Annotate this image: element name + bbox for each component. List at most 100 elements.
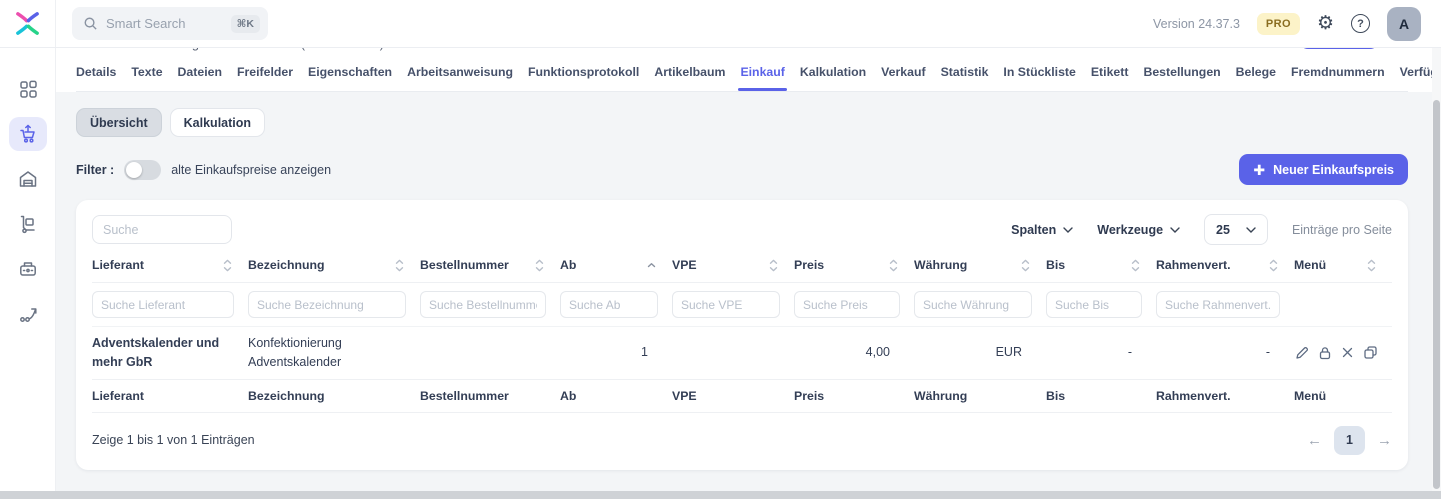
app-logo[interactable] bbox=[0, 0, 56, 47]
tools-dropdown[interactable]: Werkzeuge bbox=[1097, 223, 1180, 237]
tab-funktionsprotokoll[interactable]: Funktionsprotokoll bbox=[528, 65, 639, 79]
column-header-ab[interactable]: Ab bbox=[560, 258, 672, 272]
columns-dropdown-label: Spalten bbox=[1011, 223, 1056, 237]
tab-in-stueckliste[interactable]: In Stückliste bbox=[1003, 65, 1075, 79]
tab-kalkulation[interactable]: Kalkulation bbox=[800, 65, 866, 79]
table-search-input[interactable] bbox=[92, 215, 232, 244]
column-header-bis[interactable]: Bis bbox=[1046, 258, 1156, 272]
column-header-lieferant[interactable]: Lieferant bbox=[92, 258, 248, 272]
sidebar-item-apps-grid-icon[interactable] bbox=[9, 72, 47, 106]
search-icon bbox=[83, 16, 98, 31]
old-prices-toggle[interactable] bbox=[124, 160, 161, 180]
edit-pencil-icon[interactable] bbox=[1294, 345, 1310, 361]
sidebar-item-hand-truck-icon[interactable] bbox=[9, 207, 47, 241]
footer-column-waehrung: Währung bbox=[914, 389, 1046, 403]
vertical-scrollbar-thumb[interactable] bbox=[1433, 100, 1440, 489]
new-purchase-price-button[interactable]: ✚ Neuer Einkaufspreis bbox=[1239, 154, 1408, 185]
column-header-bestellnummer[interactable]: Bestellnummer bbox=[420, 258, 560, 272]
chevron-down-icon bbox=[1170, 227, 1180, 233]
subtab-kalkulation[interactable]: Kalkulation bbox=[170, 108, 265, 137]
page-size-select[interactable]: 25 bbox=[1204, 214, 1268, 245]
sort-icon[interactable] bbox=[535, 259, 544, 272]
column-header-vpe[interactable]: VPE bbox=[672, 258, 794, 272]
sort-icon[interactable] bbox=[395, 259, 404, 272]
filter-waehrung-input[interactable] bbox=[914, 291, 1032, 318]
tab-dateien[interactable]: Dateien bbox=[178, 65, 222, 79]
pagination: ← 1 → bbox=[1307, 426, 1392, 455]
sort-icon[interactable] bbox=[1131, 259, 1140, 272]
lock-icon[interactable] bbox=[1317, 345, 1333, 361]
tab-freifelder[interactable]: Freifelder bbox=[237, 65, 293, 79]
sort-icon[interactable] bbox=[769, 259, 778, 272]
cell-rahmenvert: - bbox=[1156, 343, 1294, 362]
column-header-menue[interactable]: Menü bbox=[1294, 258, 1392, 272]
footer-column-vpe: VPE bbox=[672, 389, 794, 403]
tab-eigenschaften[interactable]: Eigenschaften bbox=[308, 65, 392, 79]
column-label: Rahmenvert. bbox=[1156, 258, 1231, 272]
tab-artikelbaum[interactable]: Artikelbaum bbox=[654, 65, 725, 79]
table-header-row: Lieferant Bezeichnung Bestellnummer Ab V… bbox=[92, 245, 1392, 283]
subtab-uebersicht[interactable]: Übersicht bbox=[76, 108, 162, 137]
column-label: Menü bbox=[1294, 258, 1326, 272]
sort-icon[interactable] bbox=[1367, 259, 1376, 272]
tab-etikett[interactable]: Etikett bbox=[1091, 65, 1129, 79]
column-header-rahmenvert[interactable]: Rahmenvert. bbox=[1156, 258, 1294, 272]
copy-icon[interactable] bbox=[1362, 344, 1379, 361]
tab-bar: Details Texte Dateien Freifelder Eigensc… bbox=[76, 64, 1408, 92]
sidebar-item-cash-register-icon[interactable] bbox=[9, 252, 47, 286]
toggle-label: alte Einkaufspreise anzeigen bbox=[171, 163, 331, 177]
sort-icon[interactable] bbox=[223, 259, 232, 272]
cell-ab: 1 bbox=[560, 343, 672, 362]
page-size-label: Einträge pro Seite bbox=[1292, 223, 1392, 237]
column-label: VPE bbox=[672, 258, 697, 272]
tab-bestellungen[interactable]: Bestellungen bbox=[1143, 65, 1220, 79]
tab-fremdnummern[interactable]: Fremdnummern bbox=[1291, 65, 1385, 79]
tab-statistik[interactable]: Statistik bbox=[941, 65, 989, 79]
column-label: Ab bbox=[560, 258, 576, 272]
delete-x-icon[interactable] bbox=[1340, 345, 1355, 360]
plan-badge: PRO bbox=[1257, 13, 1300, 35]
tab-texte[interactable]: Texte bbox=[131, 65, 162, 79]
filter-bezeichnung-input[interactable] bbox=[248, 291, 406, 318]
tab-details[interactable]: Details bbox=[76, 65, 116, 79]
settings-gear-icon[interactable]: ⚙ bbox=[1317, 14, 1334, 33]
footer-column-bis: Bis bbox=[1046, 389, 1156, 403]
filter-bis-input[interactable] bbox=[1046, 291, 1142, 318]
pagination-page-1[interactable]: 1 bbox=[1334, 426, 1365, 455]
smart-search-input[interactable] bbox=[106, 16, 223, 31]
cell-bis: - bbox=[1046, 343, 1156, 362]
column-header-bezeichnung[interactable]: Bezeichnung bbox=[248, 258, 420, 272]
tab-belege[interactable]: Belege bbox=[1236, 65, 1276, 79]
sidebar-item-warehouse-icon[interactable] bbox=[9, 162, 47, 196]
column-header-waehrung[interactable]: Währung bbox=[914, 258, 1046, 272]
avatar[interactable]: A bbox=[1387, 7, 1421, 41]
pagination-next-arrow-icon[interactable]: → bbox=[1377, 433, 1392, 448]
sidebar-item-trend-chart-icon[interactable] bbox=[9, 297, 47, 331]
sidebar-item-purchasing-cart-icon[interactable] bbox=[9, 117, 47, 151]
sort-icon[interactable] bbox=[889, 259, 898, 272]
filter-lieferant-input[interactable] bbox=[92, 291, 234, 318]
tab-arbeitsanweisung[interactable]: Arbeitsanweisung bbox=[407, 65, 513, 79]
footer-column-rahmenvert: Rahmenvert. bbox=[1156, 389, 1294, 403]
columns-dropdown[interactable]: Spalten bbox=[1011, 223, 1073, 237]
filter-bestellnummer-input[interactable] bbox=[420, 291, 546, 318]
cell-bezeichnung: Konfektionierung Adventskalender bbox=[248, 334, 420, 372]
pagination-prev-arrow-icon[interactable]: ← bbox=[1307, 433, 1322, 448]
sort-icon[interactable] bbox=[1269, 259, 1278, 272]
filter-preis-input[interactable] bbox=[794, 291, 900, 318]
column-header-preis[interactable]: Preis bbox=[794, 258, 914, 272]
sort-icon[interactable] bbox=[1021, 259, 1030, 272]
filter-vpe-input[interactable] bbox=[672, 291, 780, 318]
filter-ab-input[interactable] bbox=[560, 291, 658, 318]
table-row[interactable]: Adventskalender und mehr GbR Konfektioni… bbox=[92, 327, 1392, 380]
filter-rahmenvert-input[interactable] bbox=[1156, 291, 1280, 318]
help-icon[interactable]: ? bbox=[1351, 14, 1370, 33]
cell-lieferant: Adventskalender und mehr GbR bbox=[92, 334, 248, 372]
tab-verkauf[interactable]: Verkauf bbox=[881, 65, 925, 79]
horizontal-scrollbar[interactable] bbox=[0, 491, 1441, 499]
table-info-row: Zeige 1 bis 1 von 1 Einträgen ← 1 → bbox=[92, 413, 1392, 470]
smart-search[interactable]: ⌘K bbox=[72, 7, 268, 40]
sort-asc-icon[interactable] bbox=[647, 259, 656, 272]
tab-einkauf[interactable]: Einkauf bbox=[740, 65, 784, 79]
footer-column-menue: Menü bbox=[1294, 389, 1392, 403]
